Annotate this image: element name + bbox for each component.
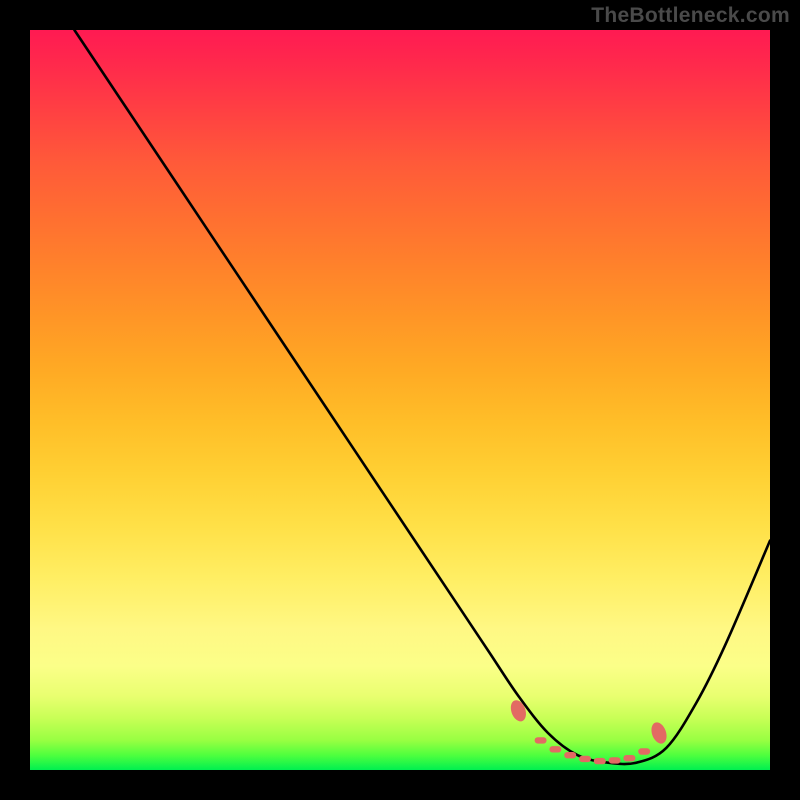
- highlight-points-layer: [508, 698, 669, 764]
- bottleneck-curve: [74, 30, 770, 764]
- highlight-dash-marker: [609, 757, 621, 763]
- highlight-dash-marker: [579, 756, 591, 762]
- chart-svg: [30, 30, 770, 770]
- curve-layer: [74, 30, 770, 764]
- plot-area: [30, 30, 770, 770]
- highlight-end-marker: [649, 720, 670, 745]
- highlight-end-marker: [508, 698, 529, 723]
- chart-frame: TheBottleneck.com: [0, 0, 800, 800]
- highlight-dash-marker: [638, 748, 650, 754]
- highlight-dash-marker: [535, 737, 547, 743]
- highlight-dash-marker: [594, 758, 606, 764]
- watermark-text: TheBottleneck.com: [591, 4, 790, 28]
- highlight-dash-marker: [549, 746, 561, 752]
- highlight-dash-marker: [623, 755, 635, 761]
- highlight-dash-marker: [564, 752, 576, 758]
